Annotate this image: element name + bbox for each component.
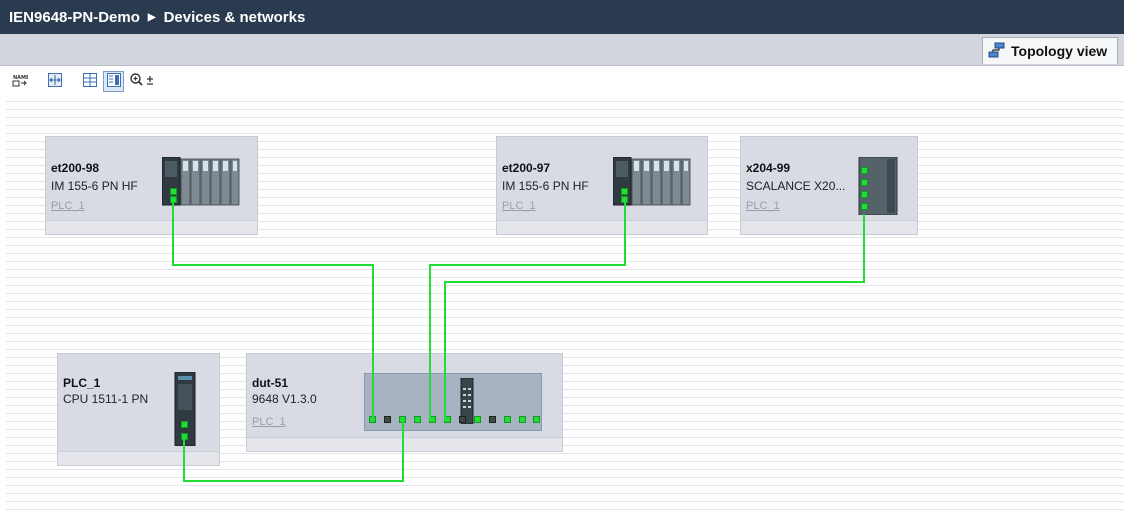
device-name: et200-98 <box>51 161 100 175</box>
device-plc-1[interactable]: PLC_1 CPU 1511-1 PN <box>57 353 220 466</box>
port-p2[interactable] <box>181 433 188 440</box>
port-p5[interactable] <box>429 416 436 423</box>
device-name: et200-97 <box>502 161 551 175</box>
port-p2[interactable] <box>170 196 177 203</box>
section-name: Devices & networks <box>163 8 306 26</box>
controller-link[interactable]: PLC_1 <box>51 200 85 212</box>
breadcrumb-arrow-icon: ▶ <box>147 11 156 23</box>
device-name: dut-51 <box>252 376 288 390</box>
zoom-in-icon <box>129 72 157 91</box>
port-p4[interactable] <box>414 416 421 423</box>
device-name: PLC_1 <box>63 376 101 390</box>
toolbar: NAME <box>0 66 1124 96</box>
port-p1[interactable] <box>181 421 188 428</box>
editor-title-bar: IEN9648-PN-Demo ▶ Devices & networks <box>0 0 1124 34</box>
port-p3[interactable] <box>861 191 868 198</box>
port-p1[interactable] <box>621 188 628 195</box>
port-p11[interactable] <box>519 416 526 423</box>
device-type: IM 155-6 PN HF <box>502 179 589 193</box>
port-p3[interactable] <box>399 416 406 423</box>
controller-link[interactable]: PLC_1 <box>252 416 286 428</box>
tab-topology-label: Topology view <box>1011 43 1108 59</box>
topology-icon <box>988 42 1006 61</box>
overview-icon <box>106 72 122 91</box>
overview-button[interactable] <box>103 70 124 92</box>
port-p12[interactable] <box>533 416 540 423</box>
grid-icon <box>82 72 98 91</box>
device-x204-99[interactable]: x204-99 SCALANCE X20... PLC_1 <box>740 136 918 235</box>
port-p9[interactable] <box>489 416 496 423</box>
device-et200-98[interactable]: et200-98 IM 155-6 PN HF PLC_1 <box>45 136 258 235</box>
fit-width-icon <box>47 72 63 91</box>
port-p7[interactable] <box>459 416 466 423</box>
zoom-button[interactable] <box>127 71 159 92</box>
fit-page-button[interactable] <box>44 71 65 92</box>
port-p1[interactable] <box>369 416 376 423</box>
device-type: IM 155-6 PN HF <box>51 179 138 193</box>
controller-link[interactable]: PLC_1 <box>746 200 780 212</box>
port-p8[interactable] <box>474 416 481 423</box>
show-names-button[interactable]: NAME <box>9 71 30 92</box>
device-dut-51[interactable]: dut-51 9648 V1.3.0 PLC_1 <box>246 353 563 452</box>
port-p2[interactable] <box>621 196 628 203</box>
svg-text:NAME: NAME <box>13 75 28 81</box>
tab-topology-view[interactable]: Topology view <box>982 37 1118 64</box>
grid-button[interactable] <box>79 71 100 92</box>
port-p2[interactable] <box>861 179 868 186</box>
device-type: SCALANCE X20... <box>746 179 846 193</box>
port-p2[interactable] <box>384 416 391 423</box>
name-tag-icon: NAME <box>12 72 30 91</box>
device-type: CPU 1511-1 PN <box>63 392 149 406</box>
controller-link[interactable]: PLC_1 <box>502 200 536 212</box>
port-p10[interactable] <box>504 416 511 423</box>
project-name[interactable]: IEN9648-PN-Demo <box>9 9 140 26</box>
view-tab-strip: Topology view <box>0 34 1124 66</box>
device-name: x204-99 <box>746 161 791 175</box>
port-p1[interactable] <box>170 188 177 195</box>
device-et200-97[interactable]: et200-97 IM 155-6 PN HF PLC_1 <box>496 136 708 235</box>
port-p1[interactable] <box>861 167 868 174</box>
port-p4[interactable] <box>861 203 868 210</box>
device-type: 9648 V1.3.0 <box>252 392 317 406</box>
port-p6[interactable] <box>444 416 451 423</box>
